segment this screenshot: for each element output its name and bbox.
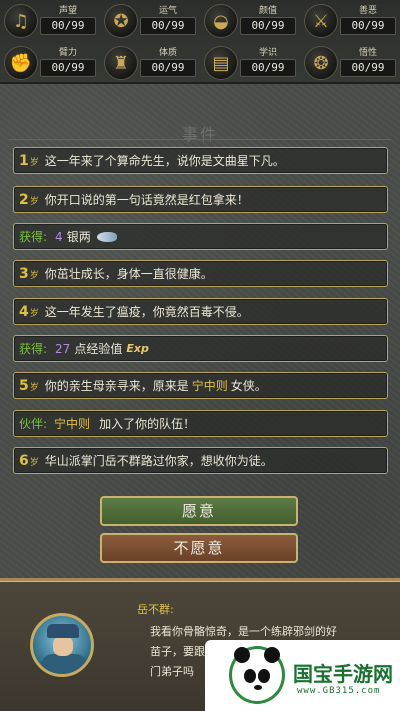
stats-panel: ♫ 声望 00/99 ✪ 运气 00/99 ◒ 颜值 00/99 ⚔ 善恶 00… [0, 0, 400, 84]
gain-item: 点经验值 [74, 342, 123, 356]
stat-label: 颜值 [258, 6, 277, 16]
speaker-name: 岳不群: [137, 603, 174, 616]
stat-label: 声望 [58, 6, 77, 16]
stat-value: 00/99 [240, 59, 296, 77]
character-name: 宁中则 [191, 379, 228, 393]
character-name: 宁中则 [54, 417, 91, 431]
stat-label: 运气 [158, 6, 177, 16]
event-text: 这一年发生了瘟疫，你竟然百毒不侵。 [44, 305, 249, 319]
age-prefix: 5岁 [19, 377, 39, 394]
age-prefix: 6岁 [19, 452, 39, 469]
watermark-site-name: 国宝手游网 [293, 662, 393, 686]
stat-value: 00/99 [340, 17, 396, 35]
stat-looks[interactable]: ◒ 颜值 00/99 [202, 2, 298, 40]
stat-luck[interactable]: ✪ 运气 00/99 [102, 2, 198, 40]
gain-label: 获得: [19, 342, 48, 356]
gain-amount: 27 [55, 341, 71, 356]
age-prefix: 2岁 [19, 191, 39, 208]
accept-button[interactable]: 愿意 [100, 496, 298, 526]
age-prefix: 3岁 [19, 265, 39, 282]
lute-icon: ♫ [4, 4, 38, 38]
stat-constitution[interactable]: ♜ 体质 00/99 [102, 44, 198, 82]
stat-value: 00/99 [40, 59, 96, 77]
crossed-swords-icon: ⚔ [304, 4, 338, 38]
stat-label: 善恶 [358, 6, 377, 16]
gain-label: 获得: [19, 230, 48, 244]
stat-knowledge[interactable]: ▤ 学识 00/99 [202, 44, 298, 82]
speaker-portrait [30, 613, 94, 677]
fist-icon: ✊ [4, 46, 38, 80]
stat-label: 体质 [158, 48, 177, 58]
stat-label: 臂力 [58, 48, 77, 58]
stat-insight[interactable]: ❂ 悟性 00/99 [302, 44, 398, 82]
brain-icon: ❂ [304, 46, 338, 80]
age-prefix: 4岁 [19, 303, 39, 320]
stat-strength[interactable]: ✊ 臂力 00/99 [2, 44, 98, 82]
stat-value: 00/99 [240, 17, 296, 35]
event-text: 你的亲生母亲寻来，原来是 [44, 379, 189, 393]
toad-icon: ✪ [104, 4, 138, 38]
event-text: 华山派掌门岳不群路过你家，想收你为徒。 [44, 454, 273, 468]
silver-fish-icon [96, 231, 117, 242]
books-icon: ▤ [204, 46, 238, 80]
event-row: 4岁 这一年发生了瘟疫，你竟然百毒不侵。 [13, 298, 388, 325]
partner-label: 伙伴: [19, 417, 48, 431]
stat-label: 学识 [258, 48, 277, 58]
gain-item: 银两 [66, 230, 91, 244]
event-row: 2岁 你开口说的第一句话竟然是红包拿来！ [13, 186, 388, 213]
age-prefix: 1岁 [19, 152, 39, 169]
dialog-line: 我看你骨骼惊奇，是一个练辟邪剑的好 [150, 625, 337, 638]
event-row: 3岁 你茁壮成长，身体一直很健康。 [13, 260, 388, 287]
event-partner-row: 伙伴: 宁中则 加入了你的队伍！ [13, 410, 388, 437]
event-row: 1岁 这一年来了个算命先生，说你是文曲星下凡。 [13, 147, 388, 174]
stat-value: 00/99 [340, 59, 396, 77]
panda-logo-icon [229, 646, 285, 704]
site-watermark: 国宝手游网 www.GB315.com [205, 640, 400, 711]
event-text: 这一年来了个算命先生，说你是文曲星下凡。 [44, 154, 285, 168]
stat-value: 00/99 [140, 17, 196, 35]
event-text: 你茁壮成长，身体一直很健康。 [44, 267, 213, 281]
stat-label: 悟性 [358, 48, 377, 58]
event-text: 你开口说的第一句话竟然是红包拿来！ [44, 193, 249, 207]
stat-value: 00/99 [40, 17, 96, 35]
watermark-url: www.GB315.com [297, 686, 381, 696]
stat-reputation[interactable]: ♫ 声望 00/99 [2, 2, 98, 40]
event-text: 女侠。 [230, 379, 267, 393]
fan-icon: ◒ [204, 4, 238, 38]
gain-amount: 4 [55, 229, 63, 244]
event-row: 5岁 你的亲生母亲寻来，原来是 宁中则 女侠。 [13, 372, 388, 399]
warrior-icon: ♜ [104, 46, 138, 80]
decline-button[interactable]: 不愿意 [100, 533, 298, 563]
stat-morality[interactable]: ⚔ 善恶 00/99 [302, 2, 398, 40]
event-row: 6岁 华山派掌门岳不群路过你家，想收你为徒。 [13, 447, 388, 474]
event-gain-row: 获得: 4 银两 [13, 223, 388, 250]
exp-badge: Exp [126, 342, 149, 355]
event-gain-row: 获得: 27 点经验值 Exp [13, 335, 388, 362]
event-text: 加入了你的队伍！ [99, 417, 196, 431]
stat-value: 00/99 [140, 59, 196, 77]
